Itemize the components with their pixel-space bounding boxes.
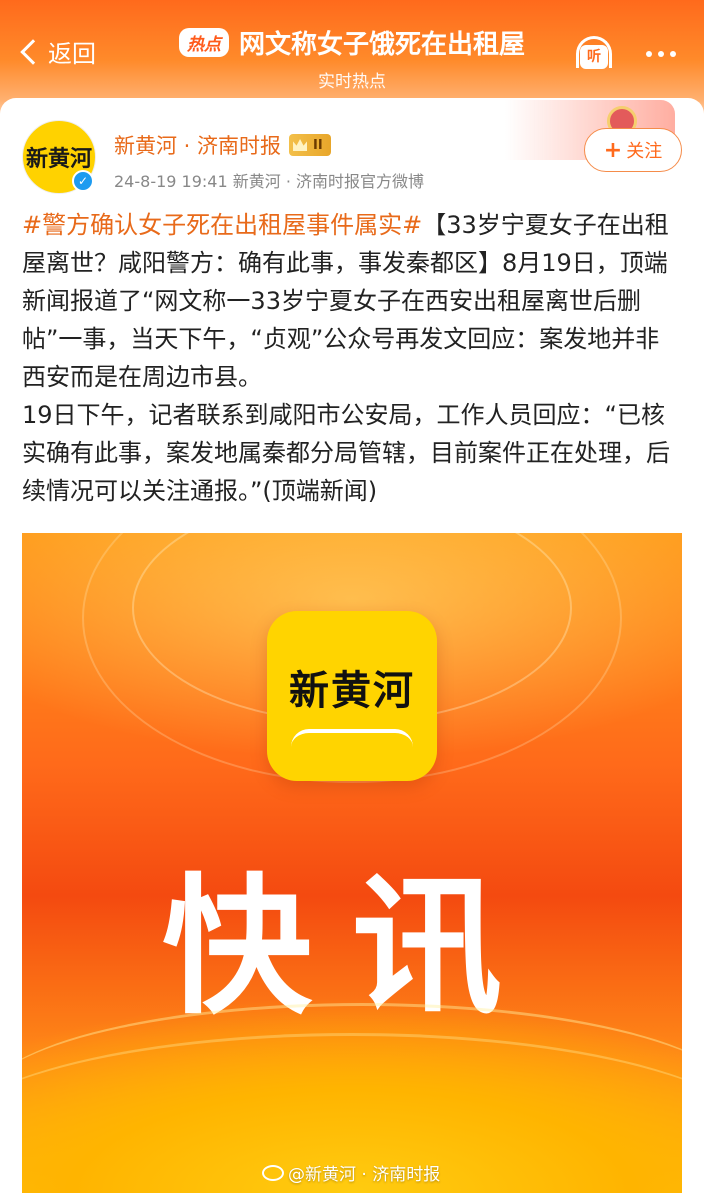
verified-icon: ✓ [72, 170, 94, 192]
more-options-button[interactable] [646, 51, 676, 57]
hashtag-link[interactable]: #警方确认女子死在出租屋事件属实# [22, 211, 422, 239]
avatar-logo: 新黄河 [25, 146, 92, 172]
post-text-2: 19日下午，记者联系到咸阳市公安局，工作人员回应：“已核实确有此事，案发地属秦都… [22, 401, 670, 505]
post-card: 新黄河 ✓ 新黄河 · 济南时报 II 24-8-19 19:41 新黄河 · … [0, 98, 704, 1200]
image-watermark: @新黄河 · 济南时报 [262, 1160, 440, 1185]
author-name-row[interactable]: 新黄河 · 济南时报 II [114, 130, 331, 160]
hot-tag-badge: 热点 [178, 28, 229, 57]
dot-icon [670, 51, 676, 57]
post-image[interactable]: 新黄河 快讯 @新黄河 · 济南时报 [22, 533, 682, 1193]
plus-icon: + [603, 137, 623, 163]
follow-label: 关注 [626, 141, 663, 162]
listen-button[interactable]: 听 [574, 36, 614, 72]
watermark-text: @新黄河 · 济南时报 [288, 1165, 441, 1185]
dot-icon [646, 51, 652, 57]
dot-icon [658, 51, 664, 57]
weibo-icon [262, 1164, 284, 1181]
listen-label: 听 [580, 45, 608, 69]
app-logo-icon: 新黄河 [267, 611, 437, 781]
post-meta: 24-8-19 19:41 新黄河 · 济南时报官方微博 [114, 172, 424, 191]
author-name: 新黄河 · 济南时报 [114, 134, 282, 158]
post-body: #警方确认女子死在出租屋事件属实#【33岁宁夏女子在出租屋离世？咸阳警方：确有此… [22, 206, 682, 510]
post-paragraph-1: #警方确认女子死在出租屋事件属实#【33岁宁夏女子在出租屋离世？咸阳警方：确有此… [22, 206, 682, 396]
follow-button[interactable]: + 关注 [584, 128, 682, 172]
rank-badge: II [289, 134, 331, 156]
page-title: 网文称女子饿死在出租屋 [238, 30, 525, 60]
crown-icon [293, 139, 308, 151]
rank-badge-label: II [313, 137, 323, 153]
app-logo-text: 新黄河 [289, 667, 415, 714]
logo-swoosh [291, 729, 413, 747]
top-bar: 返回 热点 网文称女子饿死在出租屋 实时热点 听 [0, 0, 704, 100]
